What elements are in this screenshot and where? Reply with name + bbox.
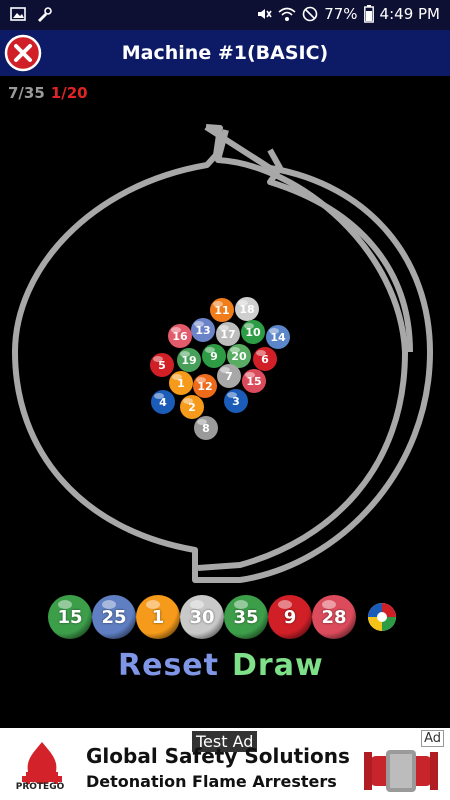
- battery-percent: 77%: [324, 5, 358, 23]
- machine-ball: 17: [216, 322, 240, 346]
- counters: 7/35 1/20: [8, 84, 88, 102]
- machine-ball: 13: [191, 318, 215, 342]
- lottery-machine: 11 18 16 13 17 10 14 5 19 9 20 6 1 12 7 15 4 2 3 8: [12, 124, 433, 583]
- machine-ball: 18: [235, 297, 259, 321]
- machine-ball-number: 10: [245, 326, 261, 339]
- machine-ball: 14: [266, 325, 290, 349]
- machine-ball: 15: [242, 369, 266, 393]
- ad-brand: PROTEGO: [15, 782, 65, 792]
- machine-ball-number: 9: [210, 350, 218, 363]
- machine-ball: 2: [180, 395, 204, 419]
- status-bar: 77% 4:49 PM: [0, 0, 450, 30]
- machine-ball: 9: [202, 344, 226, 368]
- clock: 4:49 PM: [379, 5, 440, 23]
- flame-arrester-image: [364, 750, 438, 792]
- machine-ball-number: 18: [239, 303, 254, 316]
- machine-ball-number: 17: [220, 328, 235, 341]
- title-bar: Machine #1(BASIC): [0, 30, 450, 76]
- draw-progress: 7/35: [8, 84, 45, 102]
- drawn-ball: 15: [48, 595, 92, 639]
- drawn-ball: 25: [92, 595, 136, 639]
- machine-ball-number: 6: [261, 353, 269, 366]
- image-icon: [10, 7, 26, 21]
- settings-icon: [38, 7, 52, 22]
- machine-ball: 4: [151, 390, 175, 414]
- machine-ball: 6: [253, 347, 277, 371]
- ad-title: Global Safety Solutions: [86, 744, 350, 768]
- ad-subtitle: Detonation Flame Arresters: [86, 772, 337, 791]
- machine-ball-number: 4: [159, 396, 167, 409]
- multicolor-ball-icon: [368, 603, 396, 631]
- machine-ball-number: 8: [202, 422, 210, 435]
- no-disturb-icon: [302, 6, 318, 22]
- battery-icon: [363, 5, 374, 23]
- wifi-icon: [278, 7, 296, 21]
- actions: Reset Draw: [0, 640, 450, 690]
- mute-icon: [258, 9, 272, 19]
- reset-button[interactable]: Reset: [118, 648, 219, 683]
- drawn-ball: 35: [224, 595, 268, 639]
- page-title: Machine #1(BASIC): [121, 42, 329, 64]
- machine-ball: 10: [241, 320, 265, 344]
- machine-ball: 16: [168, 324, 192, 348]
- machine-ball-number: 20: [231, 350, 247, 363]
- machine-ball: 8: [194, 416, 218, 440]
- round-counter: 1/20: [50, 84, 88, 102]
- machine-ball: 1: [169, 371, 193, 395]
- machine-balls: 11 18 16 13 17 10 14 5 19 9 20 6 1 12 7 15 4 2 3 8: [150, 297, 290, 440]
- machine-ball-number: 3: [232, 395, 240, 408]
- machine-ball-number: 1: [177, 377, 185, 390]
- ad-banner[interactable]: PROTEGO Test Ad Global Safety Solutions …: [0, 728, 450, 800]
- machine-ball: 19: [177, 348, 201, 372]
- drawn-ball: 28: [312, 595, 356, 639]
- machine-ball-number: 5: [158, 359, 166, 372]
- machine-ball-number: 2: [188, 401, 196, 414]
- machine-ball-number: 7: [225, 370, 233, 383]
- machine-ball-number: 19: [181, 354, 196, 367]
- machine-ball: 11: [210, 298, 234, 322]
- machine-ball: 3: [224, 389, 248, 413]
- machine-ball-number: 14: [270, 331, 286, 344]
- machine-ball: 7: [217, 364, 241, 388]
- drawn-ball: 1: [136, 595, 180, 639]
- machine-ball-number: 16: [172, 330, 188, 343]
- machine-ball-number: 15: [246, 375, 261, 388]
- machine-ball-number: 13: [195, 324, 210, 337]
- draw-button[interactable]: Draw: [232, 648, 324, 683]
- drawn-ball: 30: [180, 595, 224, 639]
- machine-ball-number: 11: [214, 304, 229, 317]
- machine-ball-number: 12: [197, 380, 212, 393]
- machine-ball: 5: [150, 353, 174, 377]
- drawn-ball: 9: [268, 595, 312, 639]
- machine-ball: 12: [193, 374, 217, 398]
